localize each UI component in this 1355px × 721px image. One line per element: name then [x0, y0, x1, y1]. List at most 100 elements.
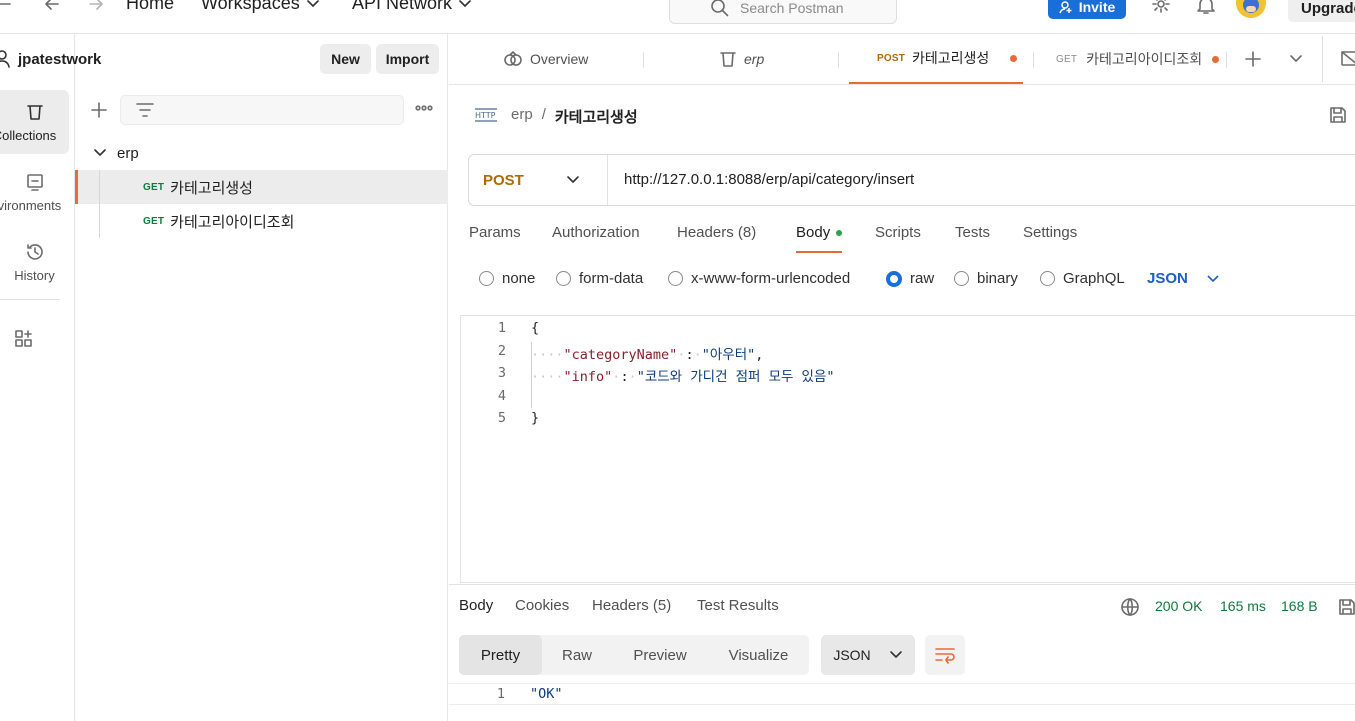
nav-api-network[interactable]: API Network: [352, 0, 472, 14]
chevron-down-icon: [567, 176, 579, 183]
filter-icon: [136, 103, 154, 117]
tab-params[interactable]: Params: [469, 224, 521, 241]
top-bar: Home Workspaces API Network Search Postm…: [0, 0, 1355, 34]
environment-icon: [26, 173, 43, 191]
collection-erp[interactable]: erp: [75, 136, 448, 170]
forward-arrow-icon[interactable]: [86, 0, 106, 13]
notifications-bell-icon[interactable]: [1196, 0, 1216, 16]
svg-text:HTTP: HTTP: [475, 111, 496, 120]
add-workbench-icon[interactable]: [14, 329, 34, 349]
chevron-down-icon: [1207, 274, 1219, 282]
radio-raw[interactable]: raw: [886, 270, 934, 287]
body-code-editor[interactable]: 1 2 3 4 5 { ····"categoryName"·:·"아우터", …: [460, 315, 1355, 583]
tab-erp[interactable]: erp: [719, 34, 764, 84]
import-button[interactable]: Import: [376, 44, 439, 74]
response-status[interactable]: 200 OK: [1155, 598, 1202, 614]
method-select[interactable]: POST: [469, 155, 608, 205]
save-icon[interactable]: [1328, 105, 1348, 125]
avatar[interactable]: [1236, 0, 1266, 18]
breadcrumb-parent[interactable]: erp: [511, 106, 533, 127]
response-time[interactable]: 165 ms: [1220, 598, 1266, 614]
response-size[interactable]: 168 B: [1281, 598, 1318, 614]
radio-graphql[interactable]: GraphQL: [1040, 270, 1125, 287]
collections-sidebar: jpatestwork New Import erp GET 카테고리생성 GE…: [0, 34, 448, 721]
more-options-icon[interactable]: [415, 104, 433, 112]
request-item-1[interactable]: GET 카테고리아이디조회: [75, 204, 448, 238]
workspace-name: jpatestwork: [18, 51, 102, 68]
request-item-0[interactable]: GET 카테고리생성: [75, 170, 448, 204]
breadcrumb: erp / 카테고리생성: [511, 106, 638, 127]
new-button[interactable]: New: [320, 44, 371, 74]
overview-icon: [504, 51, 522, 66]
settings-gear-icon[interactable]: [1150, 0, 1172, 16]
view-raw[interactable]: Raw: [542, 635, 612, 675]
tabs-chevron-down-icon[interactable]: [1289, 54, 1303, 64]
rail-divider: [0, 299, 60, 300]
history-clock-icon: [26, 243, 43, 260]
tab-request-active[interactable]: POST 카테고리생성: [849, 34, 1023, 84]
unsaved-dot: [1212, 55, 1219, 63]
collection-icon: [720, 52, 736, 67]
radio-urlencoded[interactable]: x-www-form-urlencoded: [668, 270, 850, 287]
line-numbers: 1 2 3 4 5: [497, 320, 506, 426]
radio-form-data[interactable]: form-data: [556, 270, 643, 287]
menu-icon[interactable]: [0, 0, 12, 10]
rail-environments[interactable]: Environments: [0, 160, 69, 224]
code-lines: { ····"categoryName"·:·"아우터", ····"info"…: [531, 320, 835, 426]
invite-button[interactable]: Invite: [1048, 0, 1126, 19]
save-response-icon[interactable]: [1337, 597, 1355, 617]
http-icon: HTTP: [474, 105, 498, 125]
response-panel: Body Cookies Headers (5) Test Results 20…: [449, 584, 1355, 721]
request-title[interactable]: 카테고리생성: [555, 106, 638, 127]
unsaved-dot: [1010, 54, 1018, 62]
tab-scripts[interactable]: Scripts: [875, 224, 921, 241]
active-indicator: [75, 170, 78, 204]
resp-tab-test-results[interactable]: Test Results: [697, 597, 779, 614]
filter-input[interactable]: [120, 95, 404, 125]
resp-tab-cookies[interactable]: Cookies: [515, 597, 569, 614]
nav-home[interactable]: Home: [126, 0, 174, 14]
tab-request-2[interactable]: GET 카테고리아이디조회: [1056, 34, 1219, 84]
response-format-select[interactable]: JSON: [821, 635, 915, 675]
chevron-down-icon: [94, 149, 106, 156]
resp-tab-headers[interactable]: Headers (5): [592, 597, 671, 614]
radio-none[interactable]: none: [479, 270, 535, 287]
rail-collections[interactable]: Collections: [0, 90, 69, 154]
new-tab-plus-icon[interactable]: [1243, 49, 1263, 69]
chevron-down-icon: [459, 0, 471, 7]
rail-history[interactable]: History: [0, 230, 69, 294]
response-body[interactable]: 1 "OK": [449, 683, 1355, 705]
resp-tab-body[interactable]: Body: [459, 597, 493, 614]
search-icon: [711, 0, 729, 17]
chevron-down-icon: [306, 0, 319, 7]
globe-icon[interactable]: [1120, 597, 1140, 617]
workspace-user-icon: [0, 50, 14, 68]
wrap-lines-button[interactable]: [925, 635, 965, 675]
nav-workspaces[interactable]: Workspaces: [201, 0, 320, 14]
left-rail: Collections Environments History: [0, 34, 75, 721]
add-user-icon: [1058, 0, 1072, 13]
tab-body[interactable]: Body: [796, 224, 843, 253]
view-visualize[interactable]: Visualize: [708, 635, 809, 675]
url-bar: POST http://127.0.0.1:8088/erp/api/categ…: [468, 154, 1355, 206]
tab-headers[interactable]: Headers (8): [677, 224, 756, 241]
tab-overview[interactable]: Overview: [503, 34, 588, 84]
tab-authorization[interactable]: Authorization: [552, 224, 640, 241]
wrap-lines-icon: [935, 648, 955, 664]
response-body-text: "OK": [530, 686, 563, 702]
chevron-down-icon: [889, 651, 902, 658]
search-input[interactable]: Search Postman: [669, 0, 897, 24]
view-pretty[interactable]: Pretty: [459, 635, 542, 675]
tab-settings[interactable]: Settings: [1023, 224, 1077, 241]
body-format-select[interactable]: JSON: [1147, 270, 1220, 287]
body-status-dot: [836, 229, 843, 236]
view-preview[interactable]: Preview: [612, 635, 708, 675]
tab-tests[interactable]: Tests: [955, 224, 990, 241]
radio-binary[interactable]: binary: [954, 270, 1018, 287]
no-environment-icon[interactable]: [1340, 49, 1355, 69]
upgrade-button[interactable]: Upgrade: [1288, 0, 1355, 22]
url-input[interactable]: http://127.0.0.1:8088/erp/api/category/i…: [624, 171, 914, 188]
back-arrow-icon[interactable]: [42, 0, 62, 13]
tabs-row: Overview erp POST 카테고리생성 GET 카테고리아이디조회: [449, 34, 1355, 85]
add-collection-icon[interactable]: [89, 100, 109, 120]
